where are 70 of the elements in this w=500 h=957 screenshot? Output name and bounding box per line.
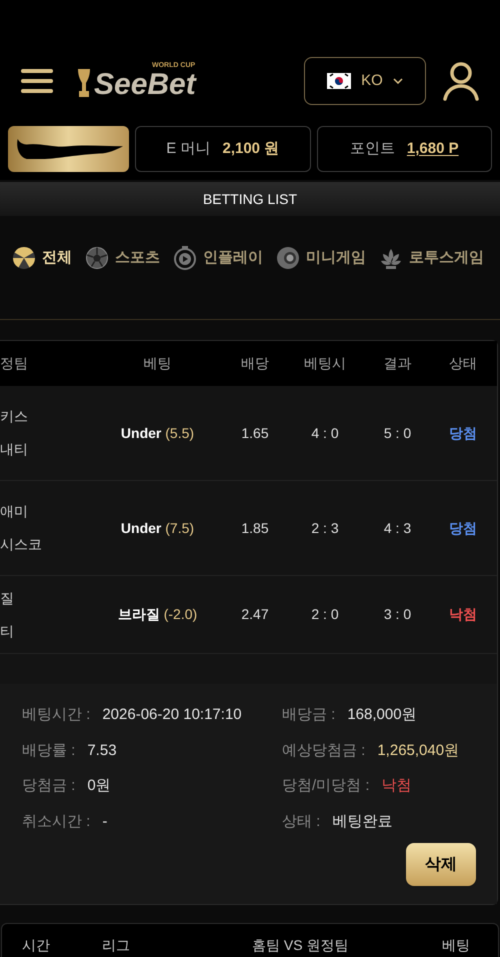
team-name: 애미 <box>0 502 29 521</box>
column-header: 결과 <box>382 354 412 373</box>
chevron-down-icon <box>392 78 403 84</box>
table-cell-text: 1.65 <box>240 424 270 442</box>
field-label: 당첨금 : <box>22 776 76 796</box>
field-label: 배당금 : <box>282 705 336 725</box>
bet-pick: Under (5.5) <box>120 424 196 443</box>
user-icon[interactable] <box>442 61 480 101</box>
bet-pick: Under (7.5) <box>120 518 196 538</box>
column-header: 베팅시 <box>303 354 347 373</box>
category-tab[interactable]: 전체 <box>12 236 72 280</box>
team-name: 티 <box>0 622 15 640</box>
team-name: 내티 <box>0 440 29 459</box>
column-header: 시간 <box>21 936 51 955</box>
field-value: 1,265,040원 <box>377 740 460 760</box>
logo-text: SeeBet <box>94 69 196 101</box>
status-text: 당첨 <box>448 518 478 538</box>
field-value: 낙첨 <box>382 776 412 796</box>
column-header: 베팅 <box>441 936 471 955</box>
table-cell-text: 1.85 <box>240 518 270 538</box>
column-header: 홈팀 VS 원정팀 <box>252 936 350 955</box>
field-label: 상태 : <box>282 812 320 832</box>
field-value: 2026-06-20 10:17:10 <box>102 705 242 725</box>
field-label: 베팅시간 : <box>22 705 90 725</box>
team-name: 시스코 <box>0 535 43 554</box>
table-cell-text: 5 : 0 <box>382 424 412 442</box>
language-selector[interactable]: KO <box>304 57 426 105</box>
table-cell-text: 2.47 <box>240 605 270 624</box>
field-label: 당첨/미당첨 : <box>282 776 370 796</box>
wheel-icon <box>12 246 36 270</box>
category-tab[interactable]: 미니게임 <box>276 236 366 280</box>
field-value: 168,000원 <box>347 705 417 725</box>
table-cell-text: 2 : 0 <box>310 605 340 624</box>
field-value: - <box>102 812 108 832</box>
category-tab[interactable]: 스포츠 <box>85 236 160 280</box>
table-cell-text: 3 : 0 <box>382 605 412 624</box>
soccer-ball-icon <box>85 246 109 270</box>
status-text: 낙첨 <box>448 605 478 624</box>
status-text: 당첨 <box>448 424 478 442</box>
table-cell-text: 2 : 3 <box>310 518 340 538</box>
play-icon <box>173 246 197 270</box>
page-title: BETTING LIST <box>202 190 298 208</box>
field-value: 7.53 <box>87 740 117 760</box>
balance-label: 포인트 <box>350 138 395 159</box>
category-tab[interactable]: 인플레이 <box>173 236 263 280</box>
column-header: 상태 <box>448 354 478 373</box>
ball-icon <box>276 246 300 270</box>
column-header: 배당 <box>240 354 270 373</box>
field-value: 0원 <box>87 776 111 796</box>
menu-icon[interactable] <box>20 67 54 95</box>
delete-button[interactable]: 삭제 <box>406 843 476 886</box>
field-label: 예상당첨금 : <box>282 740 366 760</box>
field-label: 취소시간 : <box>22 812 90 832</box>
category-tab[interactable]: 로투스게임 <box>379 236 484 280</box>
field-label: 배당률 : <box>22 740 76 760</box>
account-button[interactable] <box>8 126 129 172</box>
bet-pick: 브라질 (-2.0) <box>116 605 198 624</box>
table-cell-text: 4 : 0 <box>310 424 340 442</box>
team-name: 키스 <box>0 407 29 426</box>
balance-label: E 머니 <box>166 138 210 159</box>
team-name: 질 <box>0 588 15 608</box>
column-header: 리그 <box>102 936 131 955</box>
field-value: 베팅완료 <box>332 812 392 832</box>
language-code: KO <box>361 70 383 91</box>
column-header: 정팀 <box>0 354 29 373</box>
column-header: 베팅 <box>142 354 172 373</box>
balance-value[interactable]: 1,680 P <box>406 138 459 160</box>
flag-icon <box>327 73 352 89</box>
table-cell-text: 4 : 3 <box>382 518 412 538</box>
balance-value: 2,100 원 <box>222 138 280 159</box>
